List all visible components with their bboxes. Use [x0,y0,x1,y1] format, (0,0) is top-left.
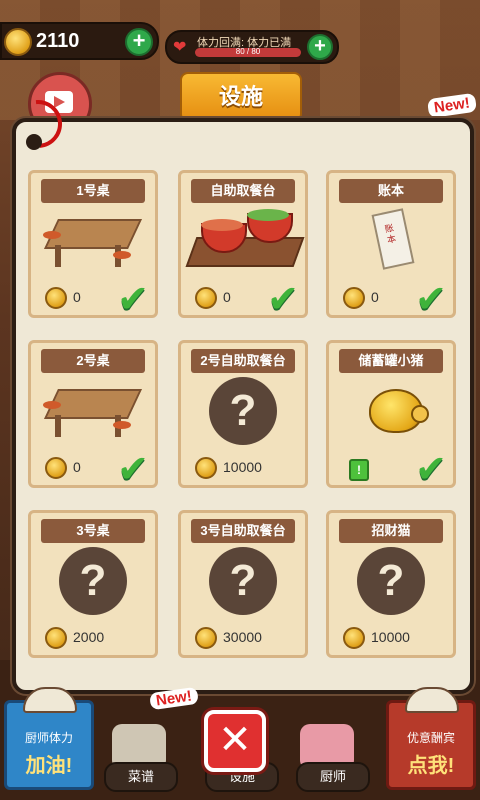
locked-question-icon: ? [357,547,425,615]
facility-cost: 10000 [371,629,410,645]
facility-tab[interactable]: 设施 [180,72,302,122]
ledger-label: 账本 [383,222,397,246]
nav-recipes[interactable]: 菜谱 [104,762,178,792]
facility-title: 招财猫 [339,519,443,543]
heart-icon: ❤ [173,39,187,56]
coin-icon [195,287,217,309]
facility-card[interactable]: 2号自助取餐台? 10000 [178,340,308,488]
coin-icon [195,457,217,479]
facility-title: 储蓄罐小猪 [339,349,443,373]
facility-cost: 0 [223,289,231,305]
facility-cost: 0 [73,459,81,475]
facility-title: 1号桌 [41,179,145,203]
add-coins-button[interactable]: + [125,28,153,56]
facility-card[interactable]: 1号桌 0 ✔ [28,170,158,321]
promo-cta: 点我! [407,755,455,777]
coin-icon [195,627,217,649]
checkmark-icon: ✔ [415,279,447,321]
add-stamina-button[interactable]: + [307,34,333,60]
facility-card[interactable]: 2号桌 0 ✔ [28,340,158,491]
piggy-bank-icon [339,379,443,447]
facility-card[interactable]: 储蓄罐小猪! ✔ [326,340,456,491]
facility-title: 账本 [339,179,443,203]
play-icon [54,96,65,108]
coin-icon [45,287,67,309]
coin-icon [45,457,67,479]
alert-icon: ! [349,459,369,481]
bottom-bar: 厨师体力 加油! New! 菜谱 设施 ✕ 厨师 优意酬宾 点我! [0,686,480,800]
coin-amount: 2110 [36,30,80,52]
facility-title: 2号自助取餐台 [191,349,295,373]
facility-cost: 2000 [73,629,105,645]
facility-title: 自助取餐台 [191,179,295,203]
close-button[interactable]: ✕ [204,710,266,772]
checkmark-icon: ✔ [415,449,447,491]
facility-card[interactable]: 招财猫? 10000 [326,510,456,658]
facility-panel: 1号桌 0 ✔ 自助取餐台 0 ✔ 账本 账本 0 ✔ 2号桌 0 ✔ 2号自助取餐台? 10000 储蓄罐小… [4,90,474,694]
facility-card[interactable]: 3号桌? 2000 [28,510,158,658]
coin-icon [4,28,32,56]
table-icon [41,379,145,447]
stamina-value: 80 / 80 [235,47,261,56]
buffet-icon [185,209,305,277]
locked-question-icon: ? [209,547,277,615]
facility-card[interactable]: 自助取餐台 0 ✔ [178,170,308,321]
facility-cost: 10000 [223,459,262,475]
locked-question-icon: ? [209,377,277,445]
ledger-icon: 账本 [339,208,443,277]
chef-stamina-label: 厨师体力 [24,731,73,745]
coin-counter: 2110 + [0,22,159,60]
facility-cost: 0 [371,289,379,305]
coin-icon [45,627,67,649]
facility-title: 3号桌 [41,519,145,543]
ring-hole [26,134,42,150]
facility-card[interactable]: 账本 账本 0 ✔ [326,170,456,321]
facility-card[interactable]: 3号自助取餐台? 30000 [178,510,308,658]
checkmark-icon: ✔ [267,279,299,321]
stamina-bar: ❤ 体力回满: 体力已满 80 / 80 + [165,30,339,64]
chef-stamina-button[interactable]: 厨师体力 加油! [4,687,94,790]
checkmark-icon: ✔ [117,279,149,321]
facility-title: 2号桌 [41,349,145,373]
facility-cost: 30000 [223,629,262,645]
coin-icon [343,287,365,309]
cat-icon [23,687,77,713]
facility-title: 3号自助取餐台 [191,519,295,543]
promo-label: 优意酬宾 [406,731,455,745]
chef-stamina-cta: 加油! [25,755,73,777]
checkmark-icon: ✔ [117,449,149,491]
promo-button[interactable]: 优意酬宾 点我! [386,687,476,790]
cat-icon [405,687,459,713]
recipes-new-badge: New! [149,686,199,711]
facility-cost: 0 [73,289,81,305]
table-icon [41,209,145,277]
locked-question-icon: ? [59,547,127,615]
coin-icon [343,627,365,649]
nav-chefs[interactable]: 厨师 [296,762,370,792]
